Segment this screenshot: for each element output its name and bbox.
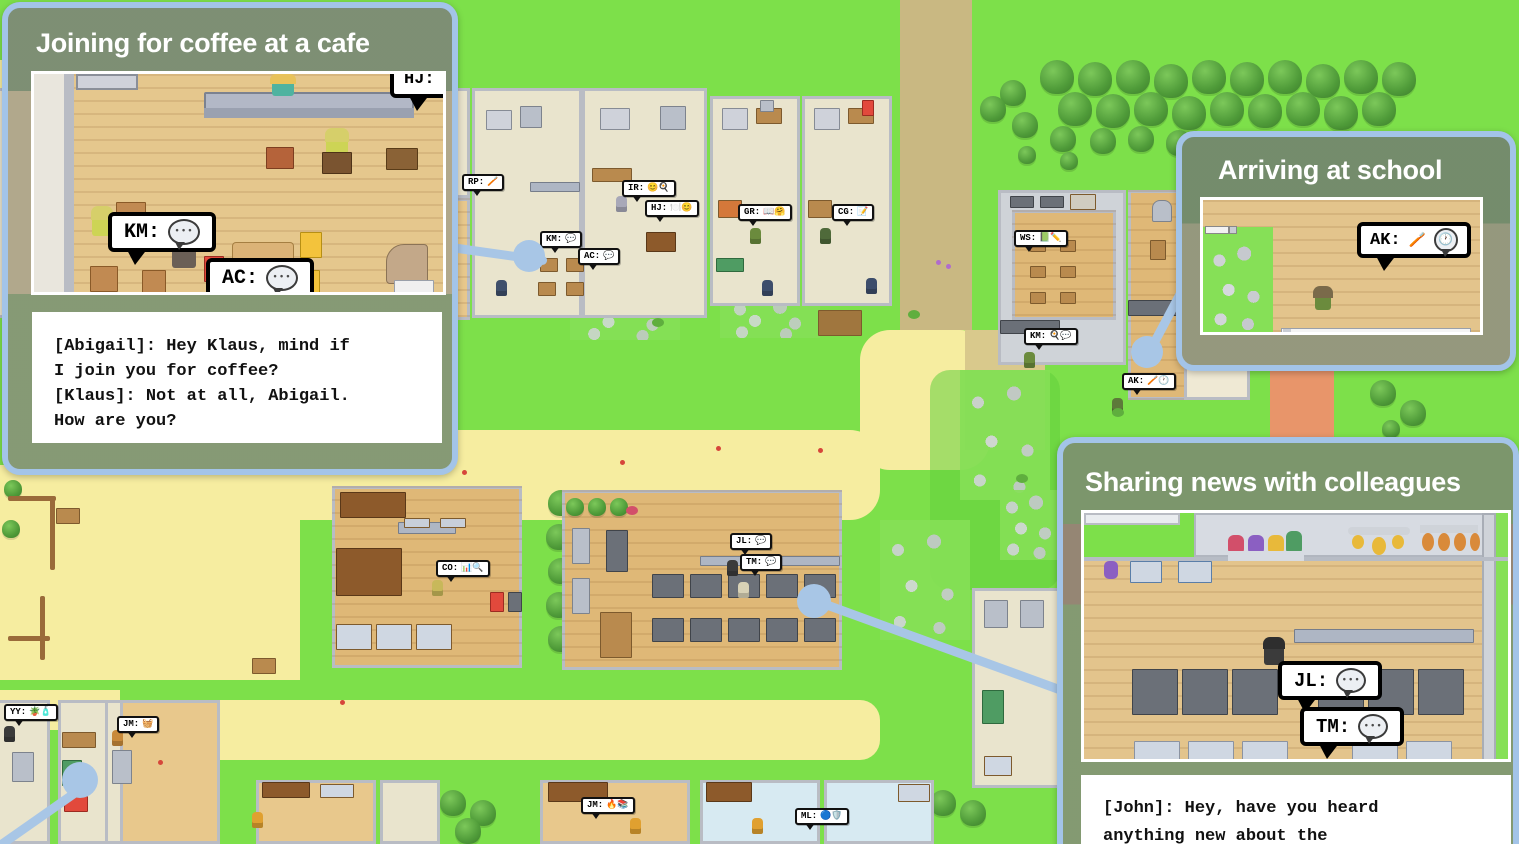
map-bubble-km2[interactable]: KM: 🍳💬 — [1024, 328, 1078, 350]
bubble-initials: HJ: — [651, 203, 668, 213]
bubble-initials: KM: — [546, 234, 563, 244]
bubble-initials: AK: — [1370, 230, 1401, 250]
bubble-initials: AC: — [584, 251, 601, 261]
bubble-emoji: 💬 — [755, 536, 767, 546]
bubble-initials: AK: — [1128, 376, 1145, 386]
map-bubble-co[interactable]: CO: 📊🔍 — [436, 560, 490, 582]
bubble-initials: GR: — [744, 207, 761, 217]
bubble-initials: KM: — [1030, 331, 1047, 341]
map-bubble-hj[interactable]: HJ: 🍽️😊 — [645, 200, 699, 222]
bubble-emoji: 🪥🕐 — [1147, 376, 1170, 386]
bubble-emoji: 💬 — [603, 251, 615, 261]
panel-screenshot-store[interactable]: JL: ••• TM: ••• — [1081, 510, 1511, 762]
bubble-emoji: 🪴🧴 — [29, 707, 52, 717]
connector-dot-store — [797, 584, 831, 618]
map-bubble-rp[interactable]: RP: 🪥 — [462, 174, 505, 196]
bubble-emoji: 📊🔍 — [461, 563, 484, 573]
chat-emoji-icon: ••• — [1336, 668, 1367, 698]
bubble-initials: TM: — [746, 557, 763, 567]
chat-emoji-icon: ••• — [266, 265, 299, 292]
map-bubble-jl[interactable]: JL: 💬 — [730, 533, 773, 555]
bubble-initials: WS: — [1020, 233, 1037, 243]
bubble-emoji: 🔥📚 — [606, 800, 629, 810]
bubble-emoji: 🍳💬 — [1049, 331, 1072, 341]
chat-emoji-icon: ••• — [1358, 714, 1389, 744]
bubble-emoji: 📗✏️ — [1039, 233, 1062, 243]
bubble-initials: JL: — [736, 536, 753, 546]
panel-bubble-ak[interactable]: AK: 🪥 🕐 — [1357, 222, 1472, 271]
bubble-emoji: 🧺 — [142, 719, 154, 729]
bubble-initials: HJ: — [404, 71, 435, 89]
panel-bubble-km[interactable]: KM: ••• — [108, 212, 217, 265]
map-bubble-jm2[interactable]: JM: 🔥📚 — [581, 797, 635, 819]
panel-bubble-jl[interactable]: JL: ••• — [1278, 661, 1383, 713]
panel-screenshot-cafe[interactable]: HJ: ••• KM: ••• AC: ••• — [31, 71, 446, 295]
chat-emoji-icon: ••• — [168, 219, 201, 250]
clock-icon: 🕐 — [1434, 228, 1459, 257]
bubble-initials: JM: — [587, 800, 604, 810]
panel-screenshot-school[interactable]: AK: 🪥 🕐 — [1200, 197, 1483, 335]
map-bubble-ws[interactable]: WS: 📗✏️ — [1014, 230, 1068, 252]
panel-bubble-hj[interactable]: HJ: ••• — [390, 71, 443, 111]
bubble-initials: ML: — [801, 811, 818, 821]
bubble-emoji: 📝 — [857, 207, 869, 217]
callout-panel-cafe[interactable]: Joining for coffee at a cafe HJ: KM: •••… — [2, 2, 458, 475]
connector-dot-offscreen — [62, 762, 98, 798]
bubble-emoji: 🔵🛡️ — [820, 811, 843, 821]
bubble-initials: YY: — [10, 707, 27, 717]
bubble-emoji: 🍽️😊 — [670, 203, 693, 213]
bubble-initials: JL: — [1294, 669, 1329, 692]
bubble-initials: AC: — [222, 266, 259, 290]
toothbrush-icon: 🪥 — [1408, 232, 1427, 249]
bubble-initials: IR: — [628, 183, 645, 193]
panel-dialogue-cafe: [Abigail]: Hey Klaus, mind if I join you… — [32, 312, 442, 443]
simulation-screen: RP: 🪥 IR: 😊🍳 HJ: 🍽️😊 KM: 💬 AC: 💬 GR: 📖🤗 CG: 📝 W… — [0, 0, 1519, 844]
map-bubble-km[interactable]: KM: 💬 — [540, 231, 583, 253]
callout-panel-store[interactable]: Sharing news with colleagues JL: ••• TM:… — [1057, 437, 1519, 844]
bubble-initials: TM: — [1316, 715, 1351, 738]
map-bubble-jm[interactable]: JM: 🧺 — [117, 716, 160, 738]
bubble-emoji: 📖🤗 — [763, 207, 786, 217]
panel-dialogue-store: [John]: Hey, have you heard anything new… — [1081, 775, 1511, 844]
bubble-initials: CO: — [442, 563, 459, 573]
bubble-initials: KM: — [124, 220, 161, 244]
chat-emoji-icon: ••• — [442, 74, 443, 90]
panel-title-store: Sharing news with colleagues — [1085, 467, 1461, 497]
bubble-initials: JM: — [123, 719, 140, 729]
bubble-emoji: 💬 — [765, 557, 777, 567]
bubble-initials: RP: — [468, 177, 485, 187]
map-bubble-ir[interactable]: IR: 😊🍳 — [622, 180, 676, 202]
bubble-emoji: 💬 — [565, 234, 577, 244]
panel-bubble-tm[interactable]: TM: ••• — [1300, 707, 1405, 759]
map-bubble-gr[interactable]: GR: 📖🤗 — [738, 204, 792, 226]
panel-title-cafe: Joining for coffee at a cafe — [36, 28, 370, 58]
panel-title-school: Arriving at school — [1218, 155, 1443, 185]
map-bubble-yy[interactable]: YY: 🪴🧴 — [4, 704, 58, 726]
map-bubble-ac[interactable]: AC: 💬 — [578, 248, 621, 270]
map-bubble-ml[interactable]: ML: 🔵🛡️ — [795, 808, 849, 830]
callout-panel-school[interactable]: Arriving at school AK: 🪥 🕐 — [1176, 131, 1516, 371]
panel-bubble-ac[interactable]: AC: ••• — [206, 258, 315, 292]
map-bubble-cg[interactable]: CG: 📝 — [832, 204, 875, 226]
map-bubble-ak[interactable]: AK: 🪥🕐 — [1122, 373, 1176, 395]
bubble-emoji: 😊🍳 — [647, 183, 670, 193]
bubble-emoji: 🪥 — [487, 177, 499, 187]
connector-dot-cafe — [513, 240, 545, 272]
map-bubble-tm[interactable]: TM: 💬 — [740, 554, 783, 576]
bubble-initials: CG: — [838, 207, 855, 217]
connector-dot-school — [1131, 336, 1163, 368]
